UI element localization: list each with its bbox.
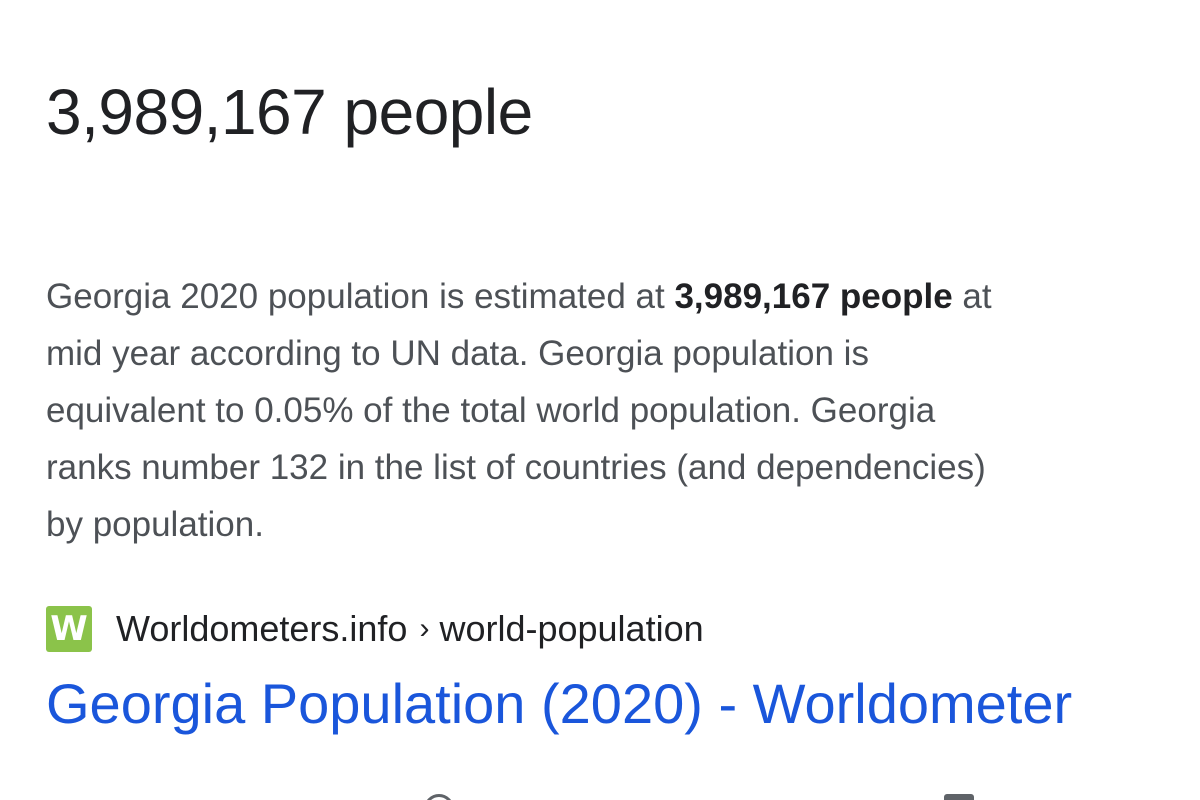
- snippet-line-5: by population.: [46, 505, 264, 544]
- source-site: Worldometers.info: [116, 608, 408, 649]
- search-result-page: 3,989,167 people Georgia 2020 population…: [0, 0, 1200, 800]
- breadcrumb-separator: ›: [419, 612, 430, 645]
- snippet-highlight: 3,989,167 people: [674, 277, 953, 316]
- snippet-line-2: mid year according to UN data. Georgia p…: [46, 334, 869, 373]
- source-path: world-population: [439, 608, 704, 649]
- result-title-link[interactable]: Georgia Population (2020) - Worldometer: [46, 666, 1072, 742]
- source-breadcrumb[interactable]: W Worldometers.info › world-population: [46, 604, 704, 654]
- snippet-text: Georgia 2020 population is estimated at: [46, 277, 675, 316]
- cut-off-icon[interactable]: [944, 794, 974, 800]
- cut-off-icon[interactable]: [424, 794, 454, 800]
- snippet-line-3: equivalent to 0.05% of the total world p…: [46, 391, 936, 430]
- featured-snippet: Georgia 2020 population is estimated at …: [46, 268, 1161, 553]
- worldometers-favicon-icon: W: [46, 606, 92, 652]
- snippet-line-1: Georgia 2020 population is estimated at …: [46, 268, 1161, 325]
- featured-answer: 3,989,167 people: [46, 76, 533, 148]
- snippet-line-4: ranks number 132 in the list of countrie…: [46, 448, 986, 487]
- snippet-text: at: [952, 277, 992, 316]
